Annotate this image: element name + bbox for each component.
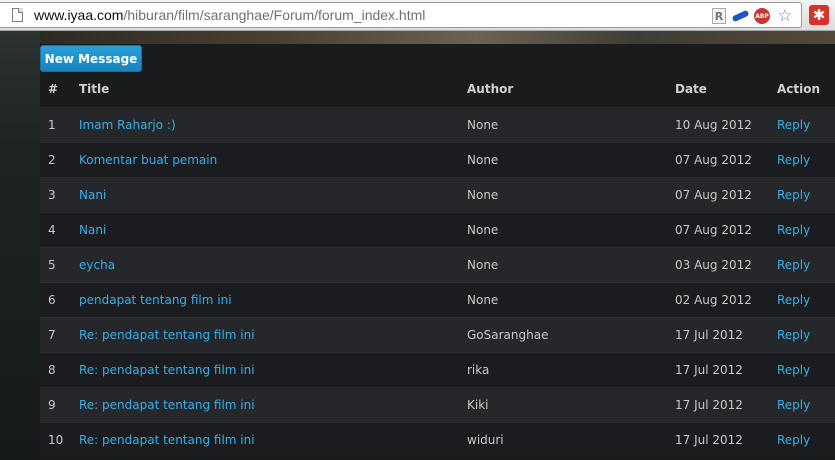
table-row: 6 pendapat tentang film ini None 02 Aug … — [40, 281, 835, 317]
readability-extension-icon[interactable]: R — [712, 8, 726, 24]
row-author: None — [467, 141, 675, 177]
message-title-link[interactable]: Re: pendapat tentang film ini — [79, 433, 255, 447]
row-date: 17 Jul 2012 — [675, 386, 777, 422]
row-number: 4 — [40, 211, 79, 247]
row-date: 17 Jul 2012 — [675, 316, 777, 352]
message-title-link[interactable]: eycha — [79, 258, 115, 272]
bookmark-star-icon[interactable]: ☆ — [776, 6, 794, 26]
row-author: None — [467, 106, 675, 142]
message-title-link[interactable]: Re: pendapat tentang film ini — [79, 398, 255, 412]
col-header-author: Author — [467, 82, 514, 97]
row-number: 9 — [40, 386, 79, 422]
reply-link[interactable]: Reply — [777, 258, 810, 272]
row-number: 2 — [40, 141, 79, 177]
row-author: rika — [467, 351, 675, 387]
reply-link[interactable]: Reply — [777, 363, 810, 377]
row-date: 10 Aug 2012 — [675, 106, 777, 142]
row-author: widuri — [467, 421, 675, 457]
new-message-button[interactable]: New Message — [40, 45, 142, 72]
reply-link[interactable]: Reply — [777, 118, 810, 132]
row-number: 7 — [40, 316, 79, 352]
table-row: 5 eycha None 03 Aug 2012 Reply — [40, 246, 835, 282]
row-date: 03 Aug 2012 — [675, 246, 777, 282]
url-path: /hiburan/film/saranghae/Forum/forum_inde… — [123, 7, 426, 23]
page-icon — [12, 8, 23, 22]
row-date: 17 Jul 2012 — [675, 421, 777, 457]
header-banner-image — [40, 31, 835, 44]
row-number: 1 — [40, 106, 79, 142]
reply-link[interactable]: Reply — [777, 398, 810, 412]
row-number: 10 — [40, 421, 79, 457]
table-row: 3 Nani None 07 Aug 2012 Reply — [40, 176, 835, 212]
table-row: 7 Re: pendapat tentang film ini GoSarang… — [40, 316, 835, 352]
message-title-link[interactable]: Nani — [79, 188, 106, 202]
row-author: GoSaranghae — [467, 316, 675, 352]
col-header-number: # — [48, 82, 59, 97]
pen-extension-icon[interactable] — [731, 8, 749, 24]
table-row: 10 Re: pendapat tentang film ini widuri … — [40, 421, 835, 457]
row-number: 6 — [40, 281, 79, 317]
table-row: 4 Nani None 07 Aug 2012 Reply — [40, 211, 835, 247]
col-header-title: Title — [79, 82, 110, 97]
row-author: None — [467, 176, 675, 212]
row-number: 5 — [40, 246, 79, 282]
reply-link[interactable]: Reply — [777, 188, 810, 202]
row-date: 17 Jul 2012 — [675, 351, 777, 387]
reply-link[interactable]: Reply — [777, 328, 810, 342]
row-date: 07 Aug 2012 — [675, 211, 777, 247]
forum-panel: New Message # Title Author Date Action 1… — [40, 44, 835, 460]
message-title-link[interactable]: Re: pendapat tentang film ini — [79, 328, 255, 342]
row-date: 02 Aug 2012 — [675, 281, 777, 317]
row-date: 07 Aug 2012 — [675, 176, 777, 212]
row-author: None — [467, 211, 675, 247]
table-header-row: # Title Author Date Action — [40, 72, 835, 107]
col-header-action: Action — [777, 82, 821, 97]
reply-link[interactable]: Reply — [777, 293, 810, 307]
row-number: 8 — [40, 351, 79, 387]
table-row: 8 Re: pendapat tentang film ini rika 17 … — [40, 351, 835, 387]
reply-link[interactable]: Reply — [777, 433, 810, 447]
col-header-date: Date — [675, 82, 707, 97]
reply-link[interactable]: Reply — [777, 223, 810, 237]
message-title-link[interactable]: pendapat tentang film ini — [79, 293, 232, 307]
url-text[interactable]: www.iyaa.com/hiburan/film/saranghae/Foru… — [34, 7, 425, 23]
forum-table: # Title Author Date Action 1 Imam Raharj… — [40, 72, 835, 457]
message-title-link[interactable]: Komentar buat pemain — [79, 153, 217, 167]
page-content: New Message # Title Author Date Action 1… — [0, 31, 835, 460]
message-title-link[interactable]: Imam Raharjo :) — [79, 118, 176, 132]
table-row: 2 Komentar buat pemain None 07 Aug 2012 … — [40, 141, 835, 177]
extension-red-icon[interactable]: ✱ — [809, 5, 829, 25]
adblock-plus-icon[interactable]: ABP — [754, 8, 770, 24]
message-title-link[interactable]: Nani — [79, 223, 106, 237]
row-author: Kiki — [467, 386, 675, 422]
address-bar[interactable]: www.iyaa.com/hiburan/film/saranghae/Foru… — [0, 2, 802, 28]
row-author: None — [467, 281, 675, 317]
row-number: 3 — [40, 176, 79, 212]
url-host: www.iyaa.com — [34, 7, 124, 23]
table-row: 9 Re: pendapat tentang film ini Kiki 17 … — [40, 386, 835, 422]
message-title-link[interactable]: Re: pendapat tentang film ini — [79, 363, 255, 377]
table-row: 1 Imam Raharjo :) None 10 Aug 2012 Reply — [40, 106, 835, 142]
row-date: 07 Aug 2012 — [675, 141, 777, 177]
reply-link[interactable]: Reply — [777, 153, 810, 167]
row-author: None — [467, 246, 675, 282]
browser-toolbar: www.iyaa.com/hiburan/film/saranghae/Foru… — [0, 0, 835, 31]
